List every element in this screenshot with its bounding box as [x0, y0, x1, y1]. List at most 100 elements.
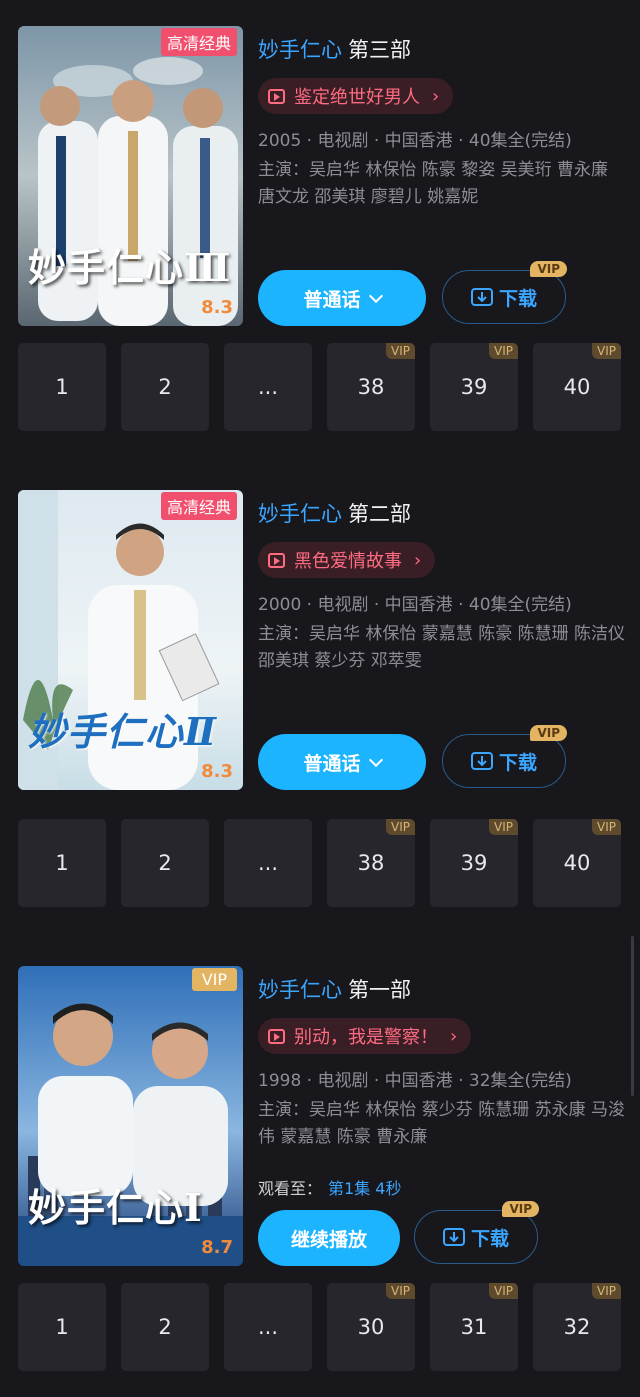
episode-vip-badge: VIP: [489, 343, 518, 359]
topic-tag-label: 鉴定绝世好男人: [294, 87, 420, 108]
poster-image[interactable]: 高清经典 妙手仁心Ⅲ 8.3: [18, 26, 243, 326]
episode-vip-badge: VIP: [386, 1283, 415, 1299]
episode-tile[interactable]: 31 VIP: [430, 1283, 518, 1371]
vip-badge: VIP: [502, 1201, 539, 1217]
download-icon: [442, 1228, 465, 1246]
vip-badge: VIP: [530, 725, 567, 741]
episode-tile[interactable]: 40 VIP: [533, 343, 621, 431]
episode-tile[interactable]: 38 VIP: [327, 343, 415, 431]
show-meta: 1998 · 电视剧 · 中国香港 · 32集全(完结): [258, 1071, 572, 1091]
continue-play-button[interactable]: 继续播放: [258, 1210, 400, 1266]
scrollbar[interactable]: [631, 936, 634, 1096]
show-title[interactable]: 妙手仁心 第二部: [258, 498, 628, 528]
topic-tag-label: 黑色爱情故事: [294, 551, 402, 572]
poster-image[interactable]: 高清经典 妙手仁心Ⅱ 8.3: [18, 490, 243, 790]
show-info: 妙手仁心 第三部 鉴定绝世好男人 › 2005 · 电视剧 · 中国香港 · 40…: [258, 26, 628, 211]
poster-score: 8.3: [201, 297, 233, 318]
cast-list: 主演：吴启华 林保怡 蒙嘉慧 陈豪 陈慧珊 陈洁仪 邵美琪 蔡少芬 邓萃雯: [258, 621, 628, 675]
play-icon: [268, 88, 285, 104]
chevron-down-icon: [368, 752, 383, 767]
continue-play-label: 继续播放: [290, 1228, 367, 1251]
poster-badge: 高清经典: [160, 28, 237, 56]
episode-vip-badge: VIP: [592, 1283, 621, 1299]
show-meta: 2005 · 电视剧 · 中国香港 · 40集全(完结): [258, 131, 572, 151]
language-select-button[interactable]: 普通话: [258, 270, 426, 326]
episode-more[interactable]: ...: [224, 819, 312, 907]
language-select-label: 普通话: [303, 752, 361, 775]
watch-progress-value: 第1集 4秒: [328, 1179, 402, 1198]
episode-tile[interactable]: 2: [121, 819, 209, 907]
show-info: 妙手仁心 第二部 黑色爱情故事 › 2000 · 电视剧 · 中国香港 · 40集…: [258, 490, 628, 675]
play-icon: [268, 1028, 285, 1044]
topic-tag[interactable]: 黑色爱情故事 ›: [258, 542, 436, 578]
download-icon: [470, 752, 493, 770]
episode-tile[interactable]: 30 VIP: [327, 1283, 415, 1371]
episode-tile[interactable]: 1: [18, 343, 106, 431]
show-title-part: 第一部: [348, 978, 411, 1002]
download-button[interactable]: 下载 VIP: [414, 1201, 539, 1264]
episode-tile[interactable]: 1: [18, 819, 106, 907]
page: 高清经典 妙手仁心Ⅲ 8.3 妙手仁心 第三部 鉴定绝世好男人 › 2005 · …: [0, 0, 640, 1397]
show-title-main: 妙手仁心: [258, 502, 342, 526]
episode-more[interactable]: ...: [224, 1283, 312, 1371]
episode-tile[interactable]: 2: [121, 343, 209, 431]
chevron-right-icon: ›: [432, 85, 440, 107]
episode-tile[interactable]: 1: [18, 1283, 106, 1371]
episode-tile[interactable]: 39 VIP: [430, 819, 518, 907]
cast-names: 吴启华 林保怡 蔡少芬 陈慧珊 苏永康 马浚伟 蒙嘉慧 陈豪 曹永廉: [258, 1100, 626, 1147]
episode-tile[interactable]: 38 VIP: [327, 819, 415, 907]
language-select-button[interactable]: 普通话: [258, 734, 426, 790]
show-title-part: 第三部: [348, 38, 411, 62]
episode-vip-badge: VIP: [592, 343, 621, 359]
show-title-main: 妙手仁心: [258, 978, 342, 1002]
cast-label: 主演：: [258, 160, 309, 180]
chevron-right-icon: ›: [414, 549, 422, 571]
cast-label: 主演：: [258, 624, 309, 644]
poster-title-art: 妙手仁心Ⅰ: [28, 1185, 203, 1230]
episode-number: 31: [460, 1315, 488, 1339]
cast-names: 吴启华 林保怡 蒙嘉慧 陈豪 陈慧珊 陈洁仪 邵美琪 蔡少芬 邓萃雯: [258, 624, 626, 671]
episode-number: 1: [55, 851, 69, 875]
topic-tag[interactable]: 鉴定绝世好男人 ›: [258, 78, 454, 114]
episode-vip-badge: VIP: [592, 819, 621, 835]
download-button[interactable]: 下载 VIP: [442, 261, 567, 324]
language-select-label: 普通话: [303, 288, 361, 311]
episode-tile[interactable]: 2: [121, 1283, 209, 1371]
download-icon: [470, 288, 493, 306]
episode-number: 1: [55, 375, 69, 399]
episode-number: ...: [257, 1315, 279, 1339]
download-button[interactable]: 下载 VIP: [442, 725, 567, 788]
episode-list: 1 2 ... 38 VIP 39 VIP 40 VIP: [18, 819, 622, 907]
download-label: 下载: [498, 287, 537, 310]
watch-progress: 观看至： 第1集 4秒: [258, 1175, 401, 1199]
poster-badge: 高清经典: [160, 492, 237, 520]
poster-vip-badge: VIP: [191, 968, 237, 991]
cast-names: 吴启华 林保怡 陈豪 黎姿 吴美珩 曹永廉 唐文龙 邵美琪 廖碧儿 姚嘉妮: [258, 160, 609, 207]
episode-more[interactable]: ...: [224, 343, 312, 431]
cast-list: 主演：吴启华 林保怡 蔡少芬 陈慧珊 苏永康 马浚伟 蒙嘉慧 陈豪 曹永廉: [258, 1097, 628, 1151]
cast-label: 主演：: [258, 1100, 309, 1120]
cast-list: 主演：吴启华 林保怡 陈豪 黎姿 吴美珩 曹永廉 唐文龙 邵美琪 廖碧儿 姚嘉妮: [258, 157, 628, 211]
topic-tag[interactable]: 别动，我是警察！ ›: [258, 1018, 472, 1054]
chevron-right-icon: ›: [450, 1025, 458, 1047]
download-label: 下载: [498, 751, 537, 774]
episode-tile[interactable]: 39 VIP: [430, 343, 518, 431]
episode-list: 1 2 ... 38 VIP 39 VIP 40 VIP: [18, 343, 622, 431]
episode-number: 1: [55, 1315, 69, 1339]
episode-vip-badge: VIP: [489, 819, 518, 835]
watch-progress-label: 观看至：: [258, 1179, 323, 1198]
episode-tile[interactable]: 32 VIP: [533, 1283, 621, 1371]
episode-number: 39: [460, 851, 488, 875]
episode-vip-badge: VIP: [386, 343, 415, 359]
show-title[interactable]: 妙手仁心 第三部: [258, 34, 628, 64]
show-title[interactable]: 妙手仁心 第一部: [258, 974, 628, 1004]
episode-number: 40: [563, 375, 591, 399]
show-info: 妙手仁心 第一部 别动，我是警察！ › 1998 · 电视剧 · 中国香港 · 3…: [258, 966, 628, 1151]
episode-vip-badge: VIP: [489, 1283, 518, 1299]
episode-tile[interactable]: 40 VIP: [533, 819, 621, 907]
download-label: 下载: [470, 1227, 509, 1250]
episode-number: ...: [257, 851, 279, 875]
episode-number: 2: [158, 375, 172, 399]
vip-badge: VIP: [530, 261, 567, 277]
poster-image[interactable]: VIP 妙手仁心Ⅰ 8.7: [18, 966, 243, 1266]
